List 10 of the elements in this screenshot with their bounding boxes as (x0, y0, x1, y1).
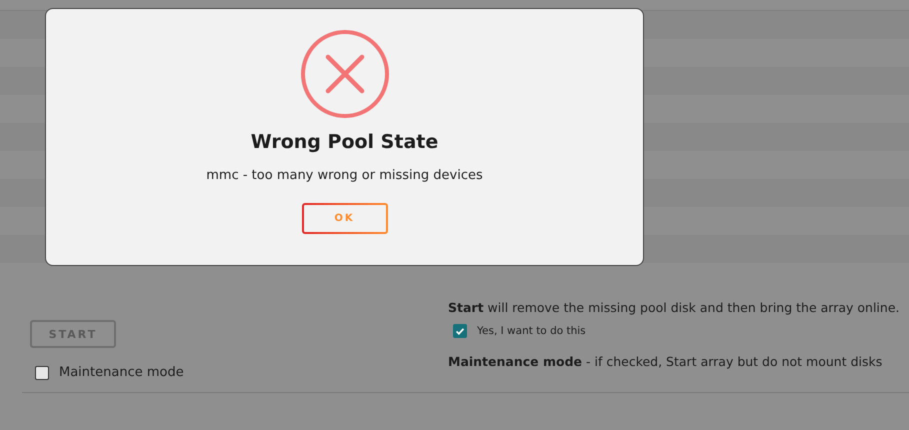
maintenance-note: Maintenance mode - if checked, Start array but do not mount disks (448, 354, 884, 369)
start-note: Start will remove the missing pool disk and then bring the array online. (448, 300, 900, 315)
error-icon (300, 29, 390, 119)
checkbox[interactable] (453, 324, 467, 338)
dialog-message: mmc - too many wrong or missing devices (206, 168, 483, 183)
dialog-title: Wrong Pool State (250, 131, 438, 153)
checkbox-label: Maintenance mode (59, 365, 184, 380)
ok-button[interactable]: OK (302, 203, 388, 234)
checkbox[interactable] (35, 366, 49, 380)
checkbox-label: Yes, I want to do this (477, 325, 586, 337)
